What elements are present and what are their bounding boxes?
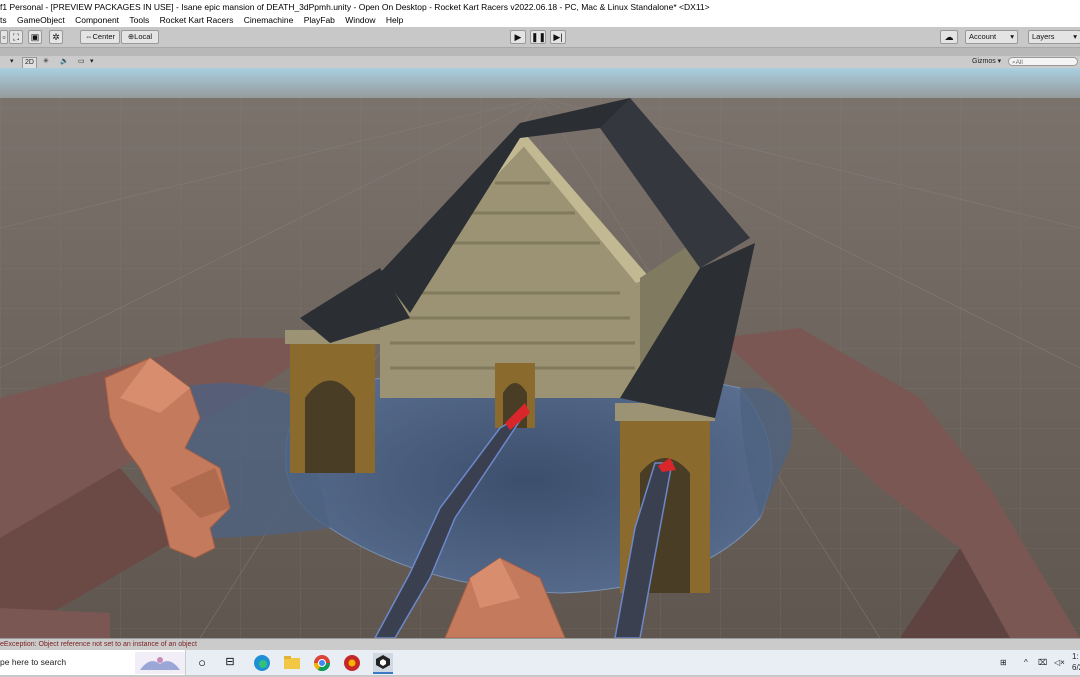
console-error-message[interactable]: eException: Object reference not set to … bbox=[0, 641, 197, 648]
account-dropdown[interactable]: Account ▾ bbox=[965, 30, 1018, 44]
rect-tool-icon[interactable]: ⛶ bbox=[9, 30, 23, 44]
volume-icon[interactable]: ◁× bbox=[1054, 650, 1065, 675]
layers-dropdown[interactable]: Layers ▾ bbox=[1028, 30, 1080, 44]
pause-button[interactable]: ❚❚ bbox=[530, 30, 546, 44]
system-clock[interactable]: 1: 6/2 bbox=[1072, 650, 1080, 676]
menu-item-cinemachine[interactable]: Cinemachine bbox=[244, 14, 294, 27]
windows-taskbar: pe here to search ○ ⊟ ⊞ ^ ⌧ ◁× 1: 6/2 bbox=[0, 650, 1080, 675]
menu-item-rocket-kart-racers[interactable]: Rocket Kart Racers bbox=[160, 14, 234, 27]
pivot-local-label: Local bbox=[134, 32, 153, 41]
audio-icon[interactable]: 🔈 bbox=[60, 57, 69, 67]
taskbar-search-placeholder: pe here to search bbox=[0, 657, 67, 667]
pivot-center-button[interactable]: ⇔Center bbox=[80, 30, 120, 44]
window-title-bar: f1 Personal - [PREVIEW PACKAGES IN USE] … bbox=[0, 0, 1080, 14]
step-button[interactable]: ▶| bbox=[550, 30, 566, 44]
chevron-down-icon: ▾ bbox=[1010, 32, 1014, 41]
tray-chevron-icon[interactable]: ^ bbox=[1024, 650, 1028, 675]
scene-render bbox=[0, 68, 1080, 638]
effects-chevron-icon[interactable]: ▾ bbox=[90, 57, 94, 67]
gizmos-label: Gizmos bbox=[972, 58, 996, 65]
chrome-profile-icon[interactable] bbox=[342, 653, 362, 672]
menu-item-tools[interactable]: Tools bbox=[129, 14, 149, 27]
transform-tool-icon[interactable]: ▣ bbox=[28, 30, 42, 44]
account-label: Account bbox=[969, 32, 997, 41]
menu-item-component[interactable]: Component bbox=[75, 14, 119, 27]
menu-item-help[interactable]: Help bbox=[386, 14, 403, 27]
gizmos-dropdown[interactable]: Gizmos ▾ bbox=[972, 57, 1001, 67]
menu-item-assets[interactable]: ts bbox=[0, 14, 7, 27]
scene-tab-strip bbox=[0, 48, 1080, 56]
search-highlight-icon bbox=[135, 652, 185, 674]
shading-chevron-icon[interactable]: ▾ bbox=[10, 57, 14, 67]
pivot-local-button[interactable]: ⊕Local bbox=[121, 30, 159, 44]
action-center-icon[interactable]: ⊞ bbox=[1000, 650, 1007, 675]
clock-time: 1: bbox=[1072, 652, 1079, 661]
custom-tool-icon[interactable]: ✲ bbox=[49, 30, 63, 44]
taskbar-search-box[interactable]: pe here to search bbox=[0, 650, 186, 675]
chrome-icon[interactable] bbox=[312, 653, 332, 672]
play-button[interactable]: ▶ bbox=[510, 30, 526, 44]
lighting-icon[interactable]: ✳ bbox=[43, 57, 49, 67]
scene-search-placeholder: All bbox=[1015, 59, 1023, 66]
clock-date: 6/2 bbox=[1072, 663, 1080, 672]
menu-item-playfab[interactable]: PlayFab bbox=[304, 14, 335, 27]
task-view-icon[interactable]: ○ bbox=[192, 653, 212, 672]
scene-search-input[interactable]: ⌕All bbox=[1008, 57, 1078, 66]
network-icon[interactable]: ⌧ bbox=[1038, 650, 1047, 675]
pivot-center-label: Center bbox=[92, 32, 115, 41]
menu-item-window[interactable]: Window bbox=[345, 14, 375, 27]
main-toolbar: ▫ ⛶ ▣ ✲ ⇔Center ⊕Local ▶ ❚❚ ▶| ☁ Account… bbox=[0, 27, 1080, 48]
menu-item-gameobject[interactable]: GameObject bbox=[17, 14, 65, 27]
layers-label: Layers bbox=[1032, 32, 1055, 41]
chevron-down-icon: ▾ bbox=[1073, 32, 1077, 41]
transform-tool-button[interactable]: ▫ bbox=[0, 30, 8, 44]
file-explorer-icon[interactable] bbox=[282, 653, 302, 672]
edge-icon[interactable] bbox=[252, 653, 272, 672]
menu-bar: ts GameObject Component Tools Rocket Kar… bbox=[0, 14, 1080, 27]
unity-icon[interactable] bbox=[373, 653, 393, 674]
multitask-icon[interactable]: ⊟ bbox=[220, 653, 240, 672]
cloud-icon[interactable]: ☁ bbox=[940, 30, 958, 44]
scene-viewport[interactable] bbox=[0, 68, 1080, 638]
window-title: f1 Personal - [PREVIEW PACKAGES IN USE] … bbox=[0, 2, 710, 12]
effects-icon[interactable]: ▭ bbox=[78, 57, 85, 67]
